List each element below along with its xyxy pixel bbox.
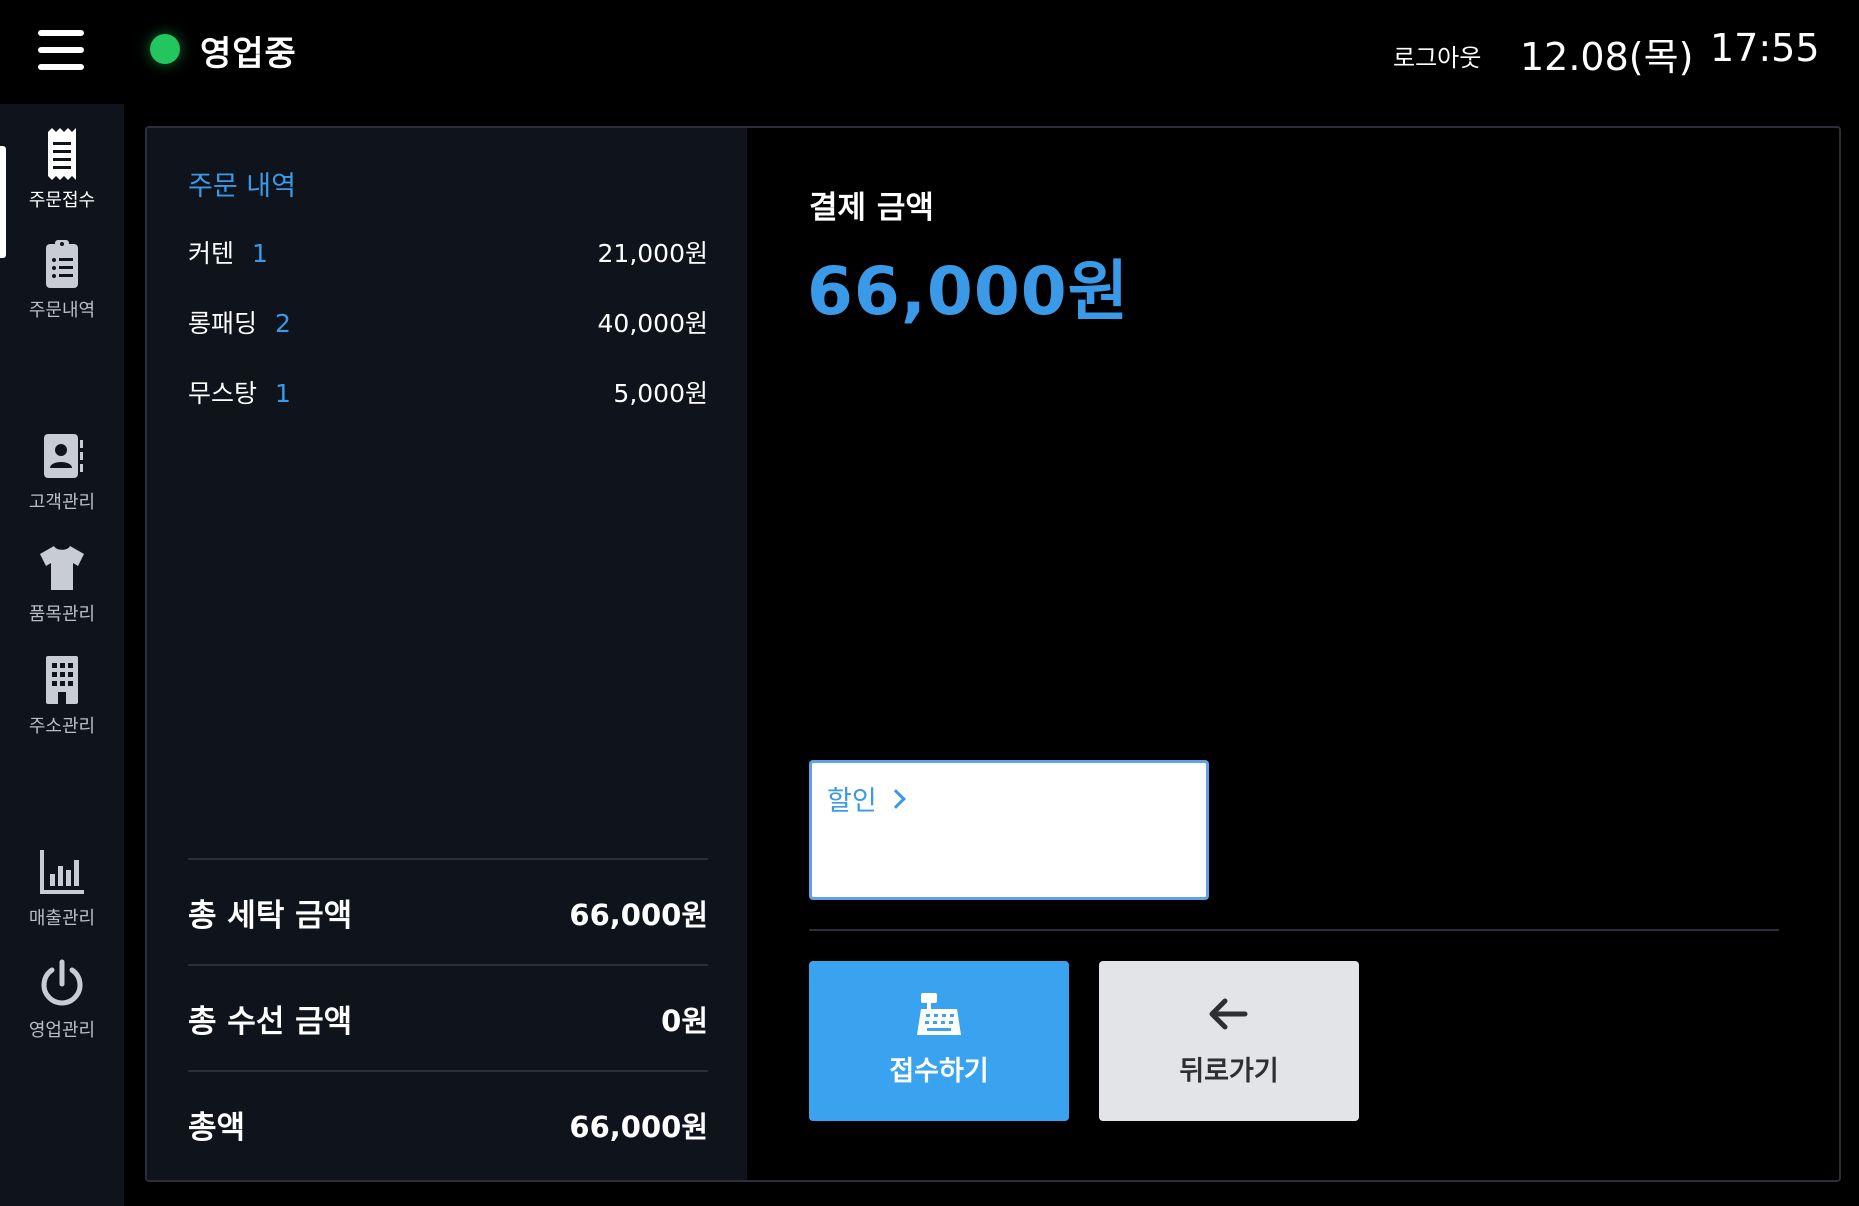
shirt-icon bbox=[40, 546, 84, 590]
summary-divider bbox=[188, 1070, 708, 1072]
order-item-price: 21,000원 bbox=[597, 239, 708, 268]
order-item-qty: 1 bbox=[252, 239, 268, 268]
clipboard-list-icon bbox=[46, 240, 78, 288]
discount-label: 할인 bbox=[827, 786, 877, 817]
chevron-right-icon bbox=[885, 789, 906, 809]
back-button[interactable]: 뒤로가기 bbox=[1099, 961, 1359, 1121]
receipt-icon bbox=[48, 128, 76, 180]
sidebar-item-label: 주문내역 bbox=[28, 300, 96, 321]
receive-order-label: 접수하기 bbox=[889, 1056, 989, 1087]
arrow-left-icon bbox=[1209, 998, 1248, 1030]
order-item-row: 커텐 1 21,000원 bbox=[188, 234, 708, 274]
logout-button[interactable]: 로그아웃 bbox=[1393, 38, 1481, 73]
business-status: 영업중 bbox=[200, 34, 297, 74]
sidebar-item-label: 주문접수 bbox=[28, 190, 96, 211]
sidebar-item-label: 고객관리 bbox=[28, 492, 96, 513]
date-display: 12.08(목) bbox=[1520, 35, 1694, 79]
order-item-price: 40,000원 bbox=[597, 309, 708, 338]
order-summary-pane: 주문 내역 커텐 1 21,000원 롱패딩 2 40,000원 무스탕 1 5,00… bbox=[147, 128, 747, 1180]
power-icon bbox=[41, 959, 83, 1006]
repair-total-row: 총 수선 금액 0원 bbox=[188, 996, 708, 1042]
sidebar-item-label: 매출관리 bbox=[28, 908, 96, 929]
summary-divider bbox=[188, 858, 708, 860]
status-indicator-icon bbox=[150, 34, 180, 64]
sidebar-item-address[interactable]: 주소관리 bbox=[0, 654, 124, 754]
order-panel: 주문 내역 커텐 1 21,000원 롱패딩 2 40,000원 무스탕 1 5,00… bbox=[145, 126, 1841, 1182]
grand-total-row: 총액 66,000원 bbox=[188, 1102, 708, 1148]
sidebar-item-items[interactable]: 품목관리 bbox=[0, 542, 124, 642]
sidebar-item-sales[interactable]: 매출관리 bbox=[0, 846, 124, 946]
building-icon bbox=[46, 656, 78, 704]
order-item-qty: 1 bbox=[275, 379, 291, 408]
grand-total-value: 66,000원 bbox=[569, 1110, 708, 1144]
sidebar-item-label: 영업관리 bbox=[28, 1020, 96, 1041]
sidebar-item-customers[interactable]: 고객관리 bbox=[0, 430, 124, 530]
sidebar-item-label: 품목관리 bbox=[28, 604, 96, 625]
repair-total-value: 0원 bbox=[661, 1004, 708, 1038]
order-item-name: 롱패딩 bbox=[188, 309, 258, 338]
time-display: 17:55 bbox=[1710, 26, 1820, 70]
order-item-row: 롱패딩 2 40,000원 bbox=[188, 304, 708, 344]
repair-total-label: 총 수선 금액 bbox=[188, 1004, 353, 1040]
receive-order-button[interactable]: 접수하기 bbox=[809, 961, 1069, 1121]
action-divider bbox=[809, 929, 1779, 931]
sidebar-item-label: 주소관리 bbox=[28, 716, 96, 737]
contact-book-icon bbox=[44, 434, 83, 478]
top-bar: 영업중 로그아웃 12.08(목) 17:55 bbox=[0, 0, 1859, 104]
back-label: 뒤로가기 bbox=[1179, 1056, 1279, 1087]
sidebar-item-order-history[interactable]: 주문내역 bbox=[0, 238, 124, 338]
order-item-name: 무스탕 bbox=[188, 379, 258, 408]
sidebar-item-order-receive[interactable]: 주문접수 bbox=[0, 128, 124, 258]
order-item-row: 무스탕 1 5,000원 bbox=[188, 374, 708, 414]
order-details-title: 주문 내역 bbox=[188, 171, 296, 202]
order-item-name: 커텐 bbox=[188, 239, 235, 268]
laundry-total-value: 66,000원 bbox=[569, 898, 708, 932]
laundry-total-row: 총 세탁 금액 66,000원 bbox=[188, 890, 708, 936]
discount-button[interactable]: 할인 bbox=[809, 760, 1209, 900]
laundry-total-label: 총 세탁 금액 bbox=[188, 898, 353, 934]
payment-amount-label: 결제 금액 bbox=[809, 190, 934, 226]
menu-icon[interactable] bbox=[38, 28, 86, 72]
cash-register-icon bbox=[917, 993, 961, 1035]
grand-total-label: 총액 bbox=[188, 1110, 246, 1146]
bar-chart-icon bbox=[40, 850, 84, 894]
sidebar: 주문접수 주문내역 고객관리 품목관리 주소관리 매출관리 영업관리 bbox=[0, 104, 124, 1206]
summary-divider bbox=[188, 964, 708, 966]
order-item-price: 5,000원 bbox=[613, 379, 708, 408]
sidebar-item-business[interactable]: 영업관리 bbox=[0, 958, 124, 1058]
order-item-qty: 2 bbox=[275, 309, 291, 338]
payment-amount-value: 66,000원 bbox=[807, 253, 1130, 330]
